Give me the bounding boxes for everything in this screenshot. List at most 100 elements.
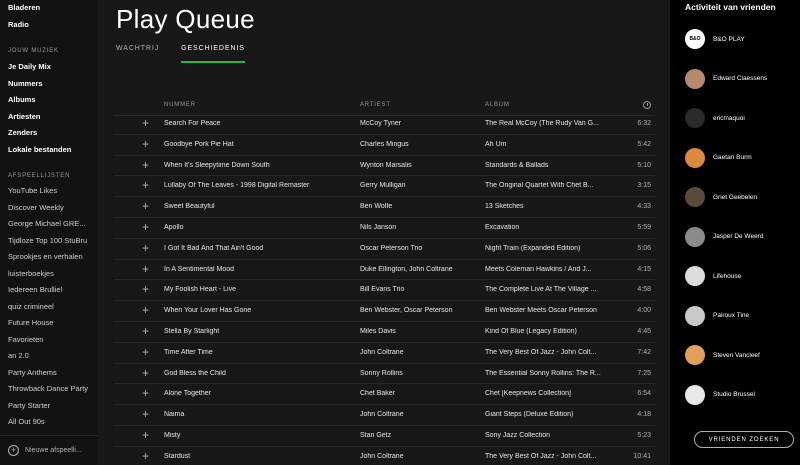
sidebar-playlist-item[interactable]: YouTube Likes (8, 186, 96, 195)
friend-item[interactable]: Edward Claessens (685, 68, 767, 90)
track-artist[interactable]: Stan Getz (360, 432, 478, 439)
friend-name[interactable]: Pairoux Tine (713, 312, 749, 319)
column-header-album[interactable]: ALBUM (485, 102, 510, 108)
track-album[interactable]: The Complete Live At The Village ... (485, 286, 605, 293)
add-to-queue-icon[interactable]: + (142, 282, 149, 296)
table-row[interactable]: + Stardust John Coltrane The Very Best Of J… (114, 447, 655, 465)
sidebar-item-radio[interactable]: Radio (8, 20, 96, 29)
track-album[interactable]: Excavation (485, 224, 605, 231)
track-artist[interactable]: Miles Davis (360, 328, 478, 335)
table-row[interactable]: + My Foolish Heart - Live Bill Evans Trio T… (114, 280, 655, 302)
sidebar-playlist-item[interactable]: Sprookjes en verhalen (8, 252, 96, 261)
friend-name[interactable]: ericmaquoi (713, 115, 745, 122)
table-row[interactable]: + Goodbye Pork Pie Hat Charles Mingus Ah Um… (114, 135, 655, 156)
table-row[interactable]: + Time After Time John Coltrane The Very Be… (114, 343, 655, 364)
track-album[interactable]: The Real McCoy (The Rudy Van G... (485, 120, 605, 127)
friend-name[interactable]: Griet Geebelen (713, 194, 757, 201)
friend-item[interactable]: B&O B&O PLAY (685, 28, 745, 50)
find-friends-button[interactable]: VRIENDEN ZOEKEN (694, 431, 794, 448)
sidebar-playlist-item[interactable]: Iedereen Brullie! (8, 285, 96, 294)
column-header-name[interactable]: NUMMER (164, 102, 196, 108)
track-artist[interactable]: Ben Wolfe (360, 203, 478, 210)
track-album[interactable]: Giant Steps (Deluxe Edition) (485, 411, 605, 418)
friend-item[interactable]: Jasper De Weerd (685, 226, 763, 248)
avatar[interactable] (685, 305, 705, 326)
sidebar-item-music[interactable]: Zenders (8, 128, 96, 137)
track-album[interactable]: Meets Coleman Hawkins / And J... (485, 266, 605, 273)
friend-name[interactable]: Gaetan Burm (713, 154, 752, 161)
track-album[interactable]: The Essential Sonny Rollins: The R... (485, 370, 605, 377)
sidebar-playlist-item[interactable]: Tijdloze Top 100 StuBru (8, 236, 96, 245)
sidebar-item-music[interactable]: Albums (8, 95, 96, 104)
track-album[interactable]: Ah Um (485, 141, 605, 148)
add-to-queue-icon[interactable]: + (142, 407, 149, 421)
track-artist[interactable]: Oscar Peterson Trio (360, 245, 478, 252)
clock-icon[interactable] (643, 101, 651, 109)
friend-item[interactable]: Steven Vancleef (685, 344, 760, 366)
table-row[interactable]: + Sweet Beautyful Ben Wolfe 13 Sketches 4:33 (114, 197, 655, 218)
sidebar-playlist-item[interactable]: an 2.0 (8, 351, 96, 360)
sidebar-item-music[interactable]: Nummers (8, 79, 96, 88)
new-playlist-button[interactable]: + Nieuwe afspeelli... (0, 435, 98, 465)
friend-item[interactable]: ericmaquoi (685, 107, 745, 129)
track-artist[interactable]: Gerry Mulligan (360, 182, 478, 189)
add-to-queue-icon[interactable]: + (142, 303, 149, 317)
sidebar-playlist-item[interactable]: Favorieten (8, 335, 96, 344)
track-album[interactable]: The Very Best Of Jazz - John Colt... (485, 453, 605, 460)
track-artist[interactable]: Wynton Marsalis (360, 162, 478, 169)
track-album[interactable]: Chet [Keepnews Collection] (485, 390, 605, 397)
sidebar-playlist-item[interactable]: Throwback Dance Party (8, 384, 96, 393)
sidebar-playlist-item[interactable]: Future House (8, 318, 96, 327)
friend-item[interactable]: Lifehouse (685, 265, 741, 287)
track-album[interactable]: The Original Quartet With Chet B... (485, 182, 605, 189)
sidebar-playlist-item[interactable]: Party Starter (8, 401, 96, 410)
add-to-queue-icon[interactable]: + (142, 324, 149, 338)
track-artist[interactable]: Ben Webster, Oscar Peterson (360, 307, 478, 314)
sidebar-playlist-item[interactable]: quiz crimineel (8, 302, 96, 311)
track-album[interactable]: Kind Of Blue (Legacy Edition) (485, 328, 605, 335)
track-artist[interactable]: John Coltrane (360, 453, 478, 460)
friend-name[interactable]: Studio Brussel (713, 391, 755, 398)
table-row[interactable]: + Stella By Starlight Miles Davis Kind Of B… (114, 322, 655, 343)
track-artist[interactable]: Nils Janson (360, 224, 478, 231)
sidebar-playlist-item[interactable]: luisterboekjes (8, 269, 96, 278)
friend-name[interactable]: Jasper De Weerd (713, 233, 763, 240)
track-album[interactable]: Night Train (Expanded Edition) (485, 245, 605, 252)
track-album[interactable]: The Very Best Of Jazz - John Colt... (485, 349, 605, 356)
track-artist[interactable]: Bill Evans Trio (360, 286, 478, 293)
table-row[interactable]: + Misty Stan Getz Sony Jazz Collection 5:23 (114, 426, 655, 447)
add-to-queue-icon[interactable]: + (142, 262, 149, 276)
table-row[interactable]: + God Bless the Child Sonny Rollins The Ess… (114, 364, 655, 385)
column-header-artist[interactable]: ARTIEST (360, 102, 391, 108)
sidebar-item-music[interactable]: Lokale bestanden (8, 145, 96, 154)
table-row[interactable]: + Apollo Nils Janson Excavation 5:59 (114, 218, 655, 239)
track-album[interactable]: Ben Webster Meets Oscar Peterson (485, 307, 605, 314)
add-to-queue-icon[interactable]: + (142, 199, 149, 213)
friend-item[interactable]: Pairoux Tine (685, 305, 749, 327)
track-artist[interactable]: McCoy Tyner (360, 120, 478, 127)
avatar[interactable] (685, 226, 705, 247)
table-row[interactable]: + Search For Peace McCoy Tyner The Real McC… (114, 114, 655, 135)
table-row[interactable]: + In A Sentimental Mood Duke Ellington, Jo… (114, 260, 655, 281)
sidebar-playlist-item[interactable]: All Out 90s (8, 417, 96, 426)
table-row[interactable]: + I Got It Bad And That Ain't Good Oscar P… (114, 239, 655, 260)
friend-item[interactable]: Studio Brussel (685, 384, 755, 406)
friend-name[interactable]: Lifehouse (713, 273, 741, 280)
table-row[interactable]: + When Your Lover Has Gone Ben Webster, Os… (114, 301, 655, 322)
add-to-queue-icon[interactable]: + (142, 386, 149, 400)
track-artist[interactable]: Chet Baker (360, 390, 478, 397)
track-album[interactable]: 13 Sketches (485, 203, 605, 210)
avatar[interactable] (685, 266, 705, 286)
friend-name[interactable]: Steven Vancleef (713, 352, 760, 359)
track-album[interactable]: Sony Jazz Collection (485, 432, 605, 439)
add-to-queue-icon[interactable]: + (142, 428, 149, 442)
friend-item[interactable]: Griet Geebelen (685, 186, 757, 208)
track-artist[interactable]: Duke Ellington, John Coltrane (360, 266, 478, 273)
avatar[interactable]: B&O (685, 29, 705, 49)
tab-geschiedenis[interactable]: GESCHIEDENIS (181, 45, 245, 63)
avatar[interactable] (685, 187, 705, 207)
track-album[interactable]: Standards & Ballads (485, 162, 605, 169)
table-row[interactable]: + Naima John Coltrane Giant Steps (Deluxe E… (114, 405, 655, 426)
add-to-queue-icon[interactable]: + (142, 220, 149, 234)
add-to-queue-icon[interactable]: + (142, 158, 149, 172)
